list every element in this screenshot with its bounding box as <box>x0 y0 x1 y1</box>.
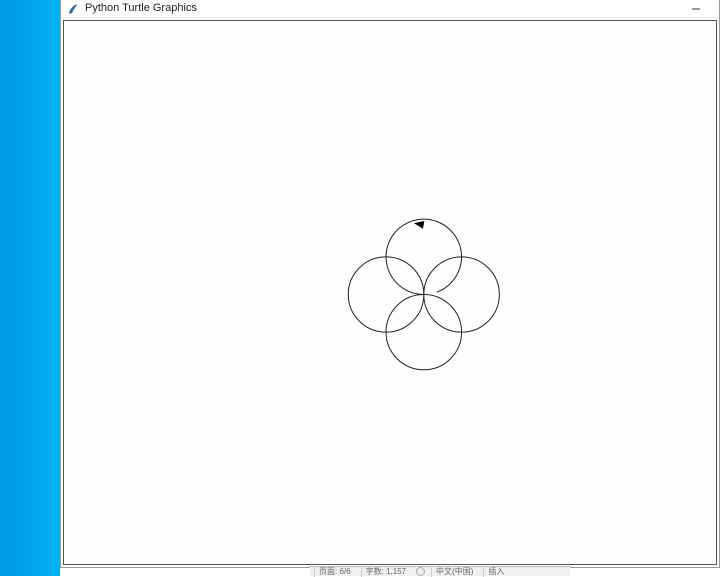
desktop-background-strip <box>0 0 60 576</box>
status-wordcount: 字数: 1,157 <box>361 566 410 577</box>
turtle-window: Python Turtle Graphics <box>60 0 720 568</box>
language-icon <box>416 567 425 576</box>
canvas-wrapper <box>61 18 719 567</box>
turtle-drawing <box>64 21 716 564</box>
status-page: 页面: 6/6 <box>314 566 355 577</box>
window-controls <box>681 1 713 17</box>
window-title: Python Turtle Graphics <box>85 3 675 14</box>
status-insert: 插入 <box>483 566 508 577</box>
turtle-canvas <box>63 20 717 565</box>
status-language: 中文(中国) <box>431 566 477 577</box>
minimize-button[interactable] <box>681 1 711 17</box>
python-feather-icon <box>67 3 79 15</box>
statusbar-fragment: 页面: 6/6 字数: 1,157 中文(中国) 插入 <box>310 566 570 576</box>
titlebar[interactable]: Python Turtle Graphics <box>61 0 719 18</box>
